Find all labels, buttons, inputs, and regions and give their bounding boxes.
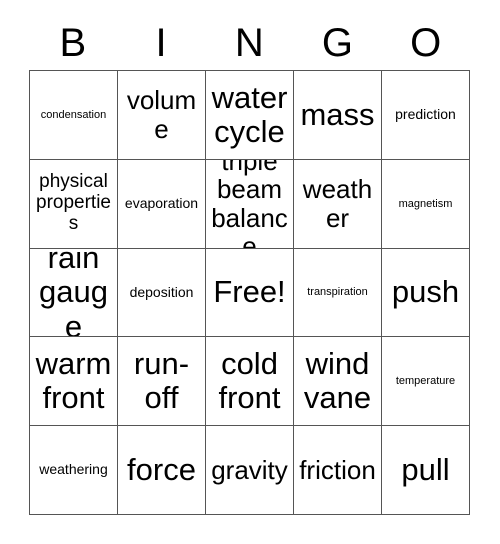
bingo-cell[interactable]: warm front <box>30 337 118 427</box>
bingo-cell[interactable]: weathering <box>30 426 118 515</box>
bingo-cell[interactable]: physical properties <box>30 159 118 249</box>
bingo-cell[interactable]: temperature <box>382 337 470 427</box>
bingo-cell[interactable]: friction <box>294 426 382 515</box>
bingo-cell-label: temperature <box>395 375 456 388</box>
bingo-cell-label: volume <box>126 85 197 144</box>
bingo-cell[interactable]: magnetism <box>382 159 470 249</box>
bingo-cell[interactable]: pull <box>382 426 470 515</box>
bingo-cell-label: condensation <box>40 108 107 121</box>
bingo-cell[interactable]: deposition <box>118 248 206 338</box>
bingo-cell[interactable]: water cycle <box>206 71 294 160</box>
bingo-cell-label: transpiration <box>307 286 368 299</box>
header-letter-n: N <box>234 21 265 65</box>
bingo-cell[interactable]: gravity <box>206 426 294 515</box>
bingo-cell[interactable]: condensation <box>30 71 118 160</box>
bingo-cell-label: weather <box>302 174 373 233</box>
bingo-cell[interactable]: transpiration <box>294 248 382 338</box>
bingo-cell[interactable]: evaporation <box>118 159 206 249</box>
bingo-cell-label: force <box>127 452 196 488</box>
bingo-cell-label: physical properties <box>36 171 111 235</box>
bingo-cell-label: warm front <box>35 346 112 416</box>
bingo-cell-label: prediction <box>395 106 456 123</box>
bingo-cell-label: wind vane <box>303 346 372 416</box>
bingo-cell[interactable]: prediction <box>382 71 470 160</box>
bingo-cell[interactable]: run-off <box>118 337 206 427</box>
header-letter-i: I <box>155 21 168 65</box>
bingo-cell-label: mass <box>300 96 375 132</box>
bingo-cell-label: pull <box>401 452 450 488</box>
bingo-cell[interactable]: triple beam balance <box>206 159 294 249</box>
bingo-cell-label: water cycle <box>211 79 288 149</box>
bingo-cell-label: Free! <box>213 274 286 310</box>
bingo-cell[interactable]: push <box>382 248 470 338</box>
bingo-header: B I N G O <box>29 16 470 70</box>
bingo-cell-label: friction <box>299 454 376 485</box>
header-letter-o: O <box>410 21 442 65</box>
bingo-cell[interactable]: volume <box>118 71 206 160</box>
bingo-cell-free[interactable]: Free! <box>206 248 294 338</box>
bingo-cell[interactable]: force <box>118 426 206 515</box>
header-letter-b: B <box>59 21 87 65</box>
bingo-cell-label: triple beam balance <box>211 159 288 249</box>
bingo-cell-label: rain gauge <box>39 248 108 338</box>
bingo-cell-label: push <box>391 274 460 310</box>
bingo-cell-label: weathering <box>39 461 108 478</box>
bingo-cell[interactable]: weather <box>294 159 382 249</box>
bingo-cell[interactable]: mass <box>294 71 382 160</box>
bingo-cell-label: cold front <box>218 346 281 416</box>
bingo-cell-label: gravity <box>211 454 288 485</box>
bingo-cell-label: evaporation <box>124 195 199 211</box>
bingo-grid: condensation volume water cycle mass pre… <box>29 70 470 515</box>
bingo-cell-label: magnetism <box>398 197 453 210</box>
bingo-cell[interactable]: wind vane <box>294 337 382 427</box>
bingo-card: B I N G O condensation volume water cycl… <box>0 0 500 544</box>
bingo-cell[interactable]: rain gauge <box>30 248 118 338</box>
bingo-cell-label: run-off <box>133 346 190 416</box>
bingo-cell[interactable]: cold front <box>206 337 294 427</box>
header-letter-g: G <box>321 21 354 65</box>
bingo-cell-label: deposition <box>129 283 194 300</box>
